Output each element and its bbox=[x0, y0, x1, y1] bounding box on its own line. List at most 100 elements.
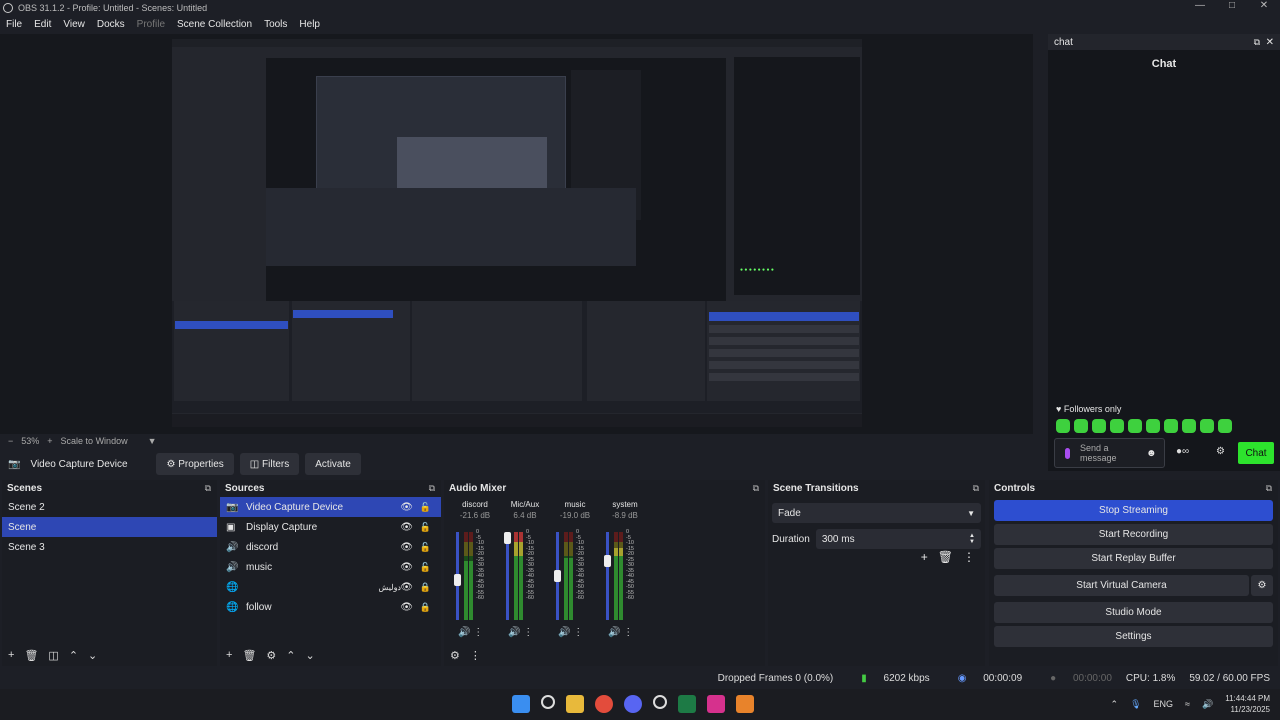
clock[interactable]: 11:44:44 PM 11/23/2025 bbox=[1225, 693, 1270, 715]
float-dock-icon[interactable]: ⧉ bbox=[973, 483, 979, 494]
move-up-icon[interactable]: ⌃ bbox=[286, 649, 295, 662]
eye-icon[interactable]: 👁 bbox=[400, 602, 413, 613]
start-virtual-camera-button[interactable]: Start Virtual Camera bbox=[994, 575, 1249, 596]
volume-icon[interactable]: 🔊 bbox=[1202, 699, 1213, 710]
more-icon[interactable]: ⋮ bbox=[963, 550, 975, 564]
trash-icon[interactable]: 🗑 bbox=[242, 649, 256, 662]
virtual-camera-settings-icon[interactable]: ⚙ bbox=[1251, 575, 1273, 596]
eye-icon[interactable]: 👁 bbox=[400, 562, 413, 573]
float-dock-icon[interactable]: ⧉ bbox=[1254, 37, 1260, 48]
instagram-icon[interactable] bbox=[707, 695, 725, 713]
emote-icon[interactable] bbox=[1128, 419, 1142, 433]
zoom-out-icon[interactable]: − bbox=[8, 436, 13, 446]
windows-start-icon[interactable] bbox=[512, 695, 530, 713]
emote-icon[interactable] bbox=[1074, 419, 1088, 433]
eye-icon[interactable]: 👁 bbox=[400, 502, 413, 513]
lock-icon[interactable]: 🔒 bbox=[420, 602, 431, 613]
excel-icon[interactable] bbox=[678, 695, 696, 713]
emote-icon[interactable] bbox=[1056, 419, 1070, 433]
source-item[interactable]: 🌐 دوليش 👁 🔒 bbox=[220, 577, 441, 597]
volume-slider[interactable] bbox=[506, 532, 509, 620]
source-item[interactable]: 🔊 music 👁 🔓 bbox=[220, 557, 441, 577]
move-down-icon[interactable]: ⌄ bbox=[306, 649, 315, 662]
menu-scene-collection[interactable]: Scene Collection bbox=[171, 19, 258, 30]
trash-icon[interactable]: 🗑 bbox=[938, 550, 953, 564]
chevron-down-icon[interactable]: ▼ bbox=[148, 436, 157, 446]
stop-streaming-button[interactable]: Stop Streaming bbox=[994, 500, 1273, 521]
more-icon[interactable]: ⋮ bbox=[573, 627, 583, 638]
volume-knob[interactable] bbox=[554, 570, 561, 582]
scene-item[interactable]: Scene bbox=[2, 517, 217, 537]
add-icon[interactable]: + bbox=[226, 649, 232, 662]
source-item[interactable]: 📷 Video Capture Device 👁 🔓 bbox=[220, 497, 441, 517]
source-item[interactable]: 🌐 follow 👁 🔒 bbox=[220, 597, 441, 617]
lock-icon[interactable]: 🔓 bbox=[420, 502, 431, 513]
more-icon[interactable]: ⋮ bbox=[470, 649, 481, 662]
eye-icon[interactable]: 👁 bbox=[400, 582, 413, 593]
obs-icon[interactable] bbox=[653, 695, 667, 709]
properties-button[interactable]: ⚙ Properties bbox=[156, 453, 234, 475]
trash-icon[interactable]: 🗑 bbox=[24, 649, 38, 662]
menu-docks[interactable]: Docks bbox=[91, 19, 131, 30]
scene-item[interactable]: Scene 2 bbox=[2, 497, 217, 517]
volume-knob[interactable] bbox=[454, 574, 461, 586]
start-replay-buffer-button[interactable]: Start Replay Buffer bbox=[994, 548, 1273, 569]
add-icon[interactable]: + bbox=[8, 649, 14, 662]
settings-button[interactable]: Settings bbox=[994, 626, 1273, 647]
menu-help[interactable]: Help bbox=[293, 19, 326, 30]
float-dock-icon[interactable]: ⧉ bbox=[429, 483, 435, 494]
emote-icon[interactable] bbox=[1146, 419, 1160, 433]
more-icon[interactable]: ⋮ bbox=[623, 627, 633, 638]
speaker-icon[interactable]: 🔊 bbox=[508, 627, 520, 638]
filters-button[interactable]: ◫ Filters bbox=[239, 453, 300, 475]
close-dock-icon[interactable]: ✕ bbox=[1266, 37, 1274, 48]
menu-edit[interactable]: Edit bbox=[28, 19, 57, 30]
discord-icon[interactable] bbox=[624, 695, 642, 713]
menu-file[interactable]: File bbox=[0, 19, 28, 30]
emote-icon[interactable] bbox=[1092, 419, 1106, 433]
activate-button[interactable]: Activate bbox=[305, 453, 361, 475]
add-icon[interactable]: + bbox=[921, 550, 928, 564]
volume-slider[interactable] bbox=[606, 532, 609, 620]
app-icon[interactable] bbox=[736, 695, 754, 713]
spin-icon[interactable]: ▲ ▼ bbox=[969, 533, 975, 545]
lock-icon[interactable]: 🔒 bbox=[420, 582, 431, 593]
float-dock-icon[interactable]: ⧉ bbox=[1266, 483, 1272, 494]
mixer-settings-icon[interactable]: ⚙ bbox=[450, 649, 460, 662]
start-recording-button[interactable]: Start Recording bbox=[994, 524, 1273, 545]
volume-knob[interactable] bbox=[504, 532, 511, 544]
more-icon[interactable]: ⋮ bbox=[473, 627, 483, 638]
gear-icon[interactable]: ⚙ bbox=[266, 649, 276, 662]
filter-icon[interactable]: ◫ bbox=[48, 649, 58, 662]
menu-tools[interactable]: Tools bbox=[258, 19, 293, 30]
move-up-icon[interactable]: ⌃ bbox=[69, 649, 78, 662]
lock-icon[interactable]: 🔓 bbox=[420, 542, 431, 553]
chevron-up-icon[interactable]: ⌃ bbox=[1111, 699, 1119, 710]
mic-icon[interactable]: 🎙 bbox=[1130, 699, 1141, 710]
speaker-icon[interactable]: 🔊 bbox=[458, 627, 470, 638]
eye-icon[interactable]: 👁 bbox=[400, 522, 413, 533]
speaker-icon[interactable]: 🔊 bbox=[558, 627, 570, 638]
minimize-icon[interactable]: — bbox=[1184, 0, 1216, 11]
studio-mode-button[interactable]: Studio Mode bbox=[994, 602, 1273, 623]
chrome-icon[interactable] bbox=[595, 695, 613, 713]
emote-icon[interactable] bbox=[1182, 419, 1196, 433]
emote-icon[interactable] bbox=[1110, 419, 1124, 433]
menu-view[interactable]: View bbox=[57, 19, 91, 30]
scene-item[interactable]: Scene 3 bbox=[2, 537, 217, 557]
zoom-in-icon[interactable]: + bbox=[47, 436, 52, 446]
source-item[interactable]: 🔊 discord 👁 🔓 bbox=[220, 537, 441, 557]
maximize-icon[interactable]: □ bbox=[1216, 0, 1248, 11]
float-dock-icon[interactable]: ⧉ bbox=[205, 483, 211, 494]
duration-input[interactable]: 300 ms ▲ ▼ bbox=[815, 529, 981, 549]
speaker-icon[interactable]: 🔊 bbox=[608, 627, 620, 638]
scale-mode[interactable]: Scale to Window bbox=[61, 436, 128, 446]
lock-icon[interactable]: 🔓 bbox=[420, 562, 431, 573]
emote-icon[interactable] bbox=[1218, 419, 1232, 433]
file-explorer-icon[interactable] bbox=[566, 695, 584, 713]
close-icon[interactable]: ✕ bbox=[1248, 0, 1280, 11]
more-icon[interactable]: ⋮ bbox=[523, 627, 533, 638]
language-indicator[interactable]: ENG bbox=[1154, 699, 1174, 709]
wifi-icon[interactable]: ≈ bbox=[1185, 699, 1190, 709]
source-item[interactable]: ▣ Display Capture 👁 🔓 bbox=[220, 517, 441, 537]
